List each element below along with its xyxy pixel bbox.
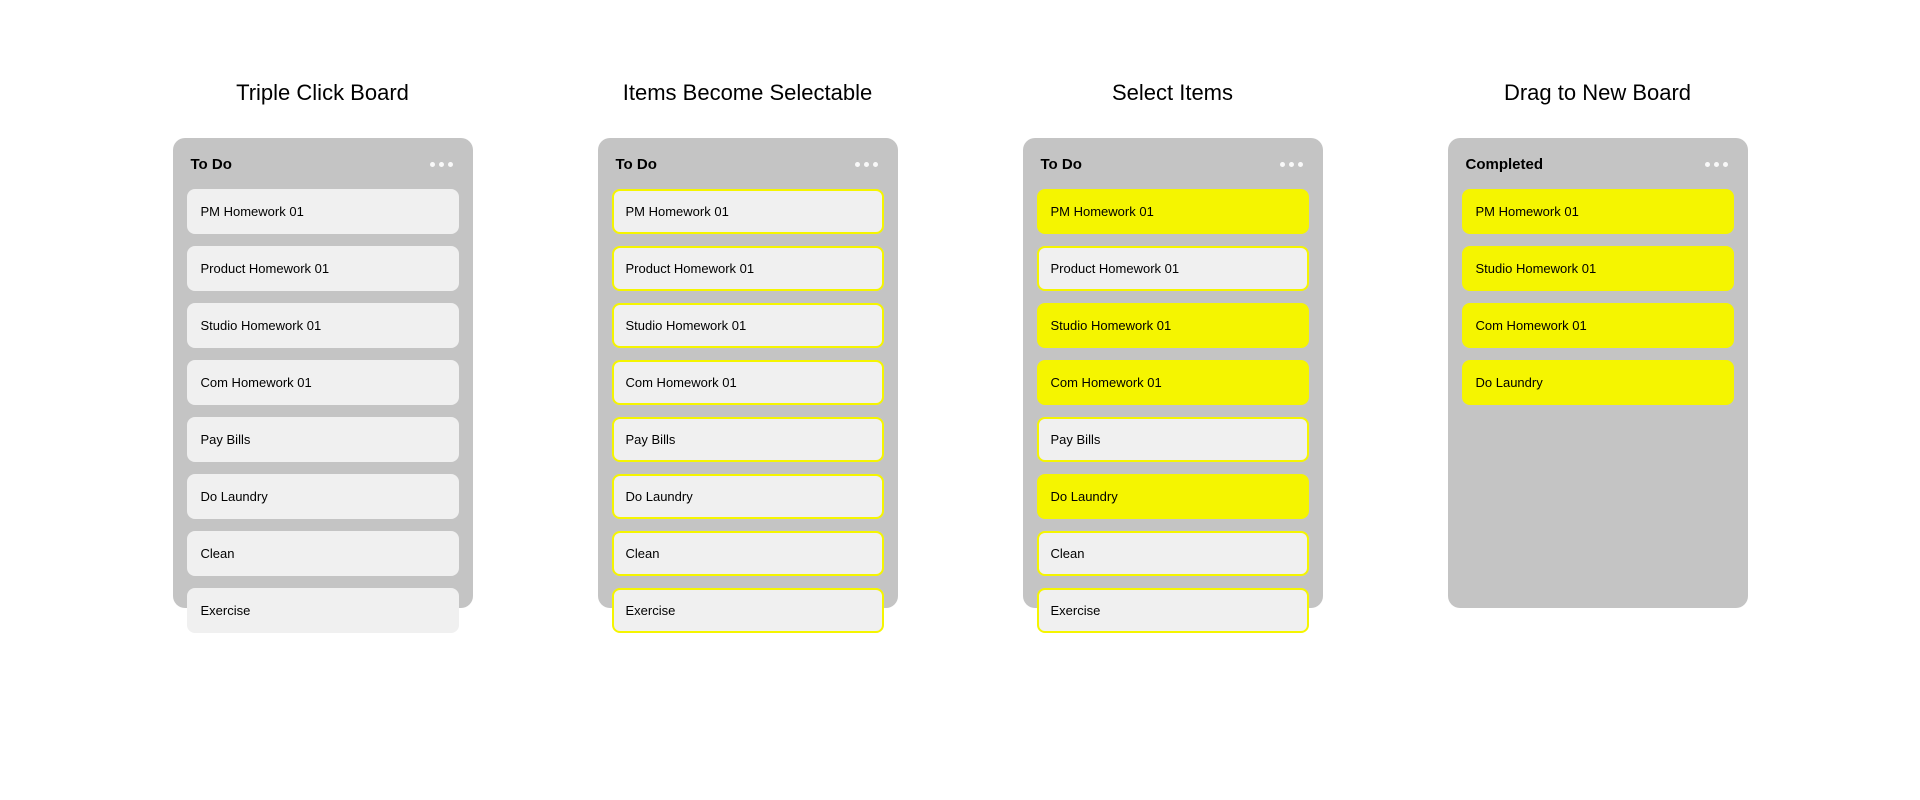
board-header: To Do (187, 152, 459, 177)
card[interactable]: PM Homework 01 (1037, 189, 1309, 234)
column-title: Drag to New Board (1504, 80, 1691, 106)
cards-container: PM Homework 01 Studio Homework 01 Com Home… (1462, 189, 1734, 405)
board-title: Completed (1466, 156, 1544, 173)
board[interactable]: Completed PM Homework 01 Studio Homework 0… (1448, 138, 1748, 608)
card[interactable]: Pay Bills (612, 417, 884, 462)
more-icon[interactable] (1705, 162, 1728, 167)
card[interactable]: Studio Homework 01 (187, 303, 459, 348)
card[interactable]: Studio Homework 01 (1037, 303, 1309, 348)
board-title: To Do (191, 156, 232, 173)
board-header: Completed (1462, 152, 1734, 177)
board-title: To Do (616, 156, 657, 173)
card[interactable]: Do Laundry (187, 474, 459, 519)
cards-container: PM Homework 01 Product Homework 01 Studio … (612, 189, 884, 633)
card[interactable]: Clean (1037, 531, 1309, 576)
card[interactable]: Com Homework 01 (1462, 303, 1734, 348)
column-1: Items Become Selectable To Do PM Homework … (555, 80, 940, 800)
card[interactable]: Exercise (612, 588, 884, 633)
board[interactable]: To Do PM Homework 01 Product Homework 01 St… (173, 138, 473, 608)
card[interactable]: Exercise (1037, 588, 1309, 633)
column-2: Select Items To Do PM Homework 01 Product H… (980, 80, 1365, 800)
board-header: To Do (1037, 152, 1309, 177)
card[interactable]: Com Homework 01 (187, 360, 459, 405)
column-0: Triple Click Board To Do PM Homework 01 Pro… (130, 80, 515, 800)
card[interactable]: Com Homework 01 (612, 360, 884, 405)
card[interactable]: Product Homework 01 (187, 246, 459, 291)
column-title: Select Items (1112, 80, 1233, 106)
card[interactable]: PM Homework 01 (187, 189, 459, 234)
card[interactable]: Studio Homework 01 (1462, 246, 1734, 291)
more-icon[interactable] (1280, 162, 1303, 167)
column-3: Drag to New Board Completed PM Homework 01… (1405, 80, 1790, 800)
board[interactable]: To Do PM Homework 01 Product Homework 01 St… (1023, 138, 1323, 608)
column-title: Items Become Selectable (623, 80, 872, 106)
card[interactable]: Studio Homework 01 (612, 303, 884, 348)
more-icon[interactable] (855, 162, 878, 167)
cards-container: PM Homework 01 Product Homework 01 Studio … (187, 189, 459, 633)
card[interactable]: Do Laundry (1037, 474, 1309, 519)
card[interactable]: Pay Bills (1037, 417, 1309, 462)
board[interactable]: To Do PM Homework 01 Product Homework 01 St… (598, 138, 898, 608)
card[interactable]: Do Laundry (1462, 360, 1734, 405)
board-header: To Do (612, 152, 884, 177)
card[interactable]: Product Homework 01 (612, 246, 884, 291)
card[interactable]: Com Homework 01 (1037, 360, 1309, 405)
cards-container: PM Homework 01 Product Homework 01 Studio … (1037, 189, 1309, 633)
board-title: To Do (1041, 156, 1082, 173)
column-title: Triple Click Board (236, 80, 409, 106)
card[interactable]: PM Homework 01 (612, 189, 884, 234)
card[interactable]: PM Homework 01 (1462, 189, 1734, 234)
card[interactable]: Clean (187, 531, 459, 576)
card[interactable]: Pay Bills (187, 417, 459, 462)
card[interactable]: Do Laundry (612, 474, 884, 519)
card[interactable]: Exercise (187, 588, 459, 633)
more-icon[interactable] (430, 162, 453, 167)
card[interactable]: Product Homework 01 (1037, 246, 1309, 291)
card[interactable]: Clean (612, 531, 884, 576)
